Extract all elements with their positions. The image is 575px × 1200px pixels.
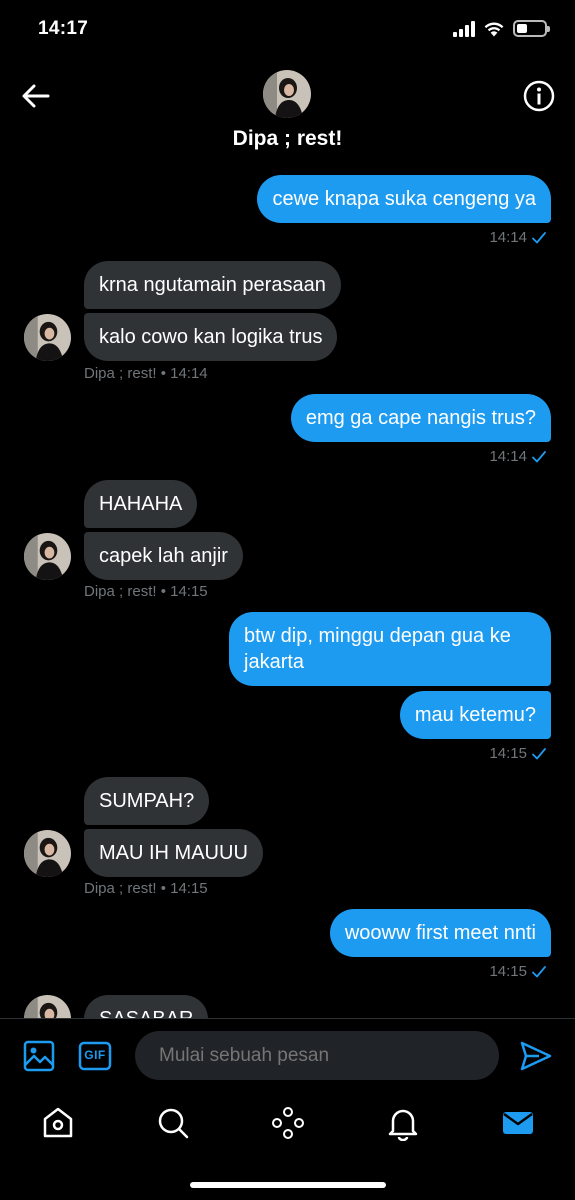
- search-icon: [158, 1108, 189, 1139]
- message-line: btw dip, minggu depan gua ke: [244, 625, 511, 647]
- sent-message-bubble[interactable]: wooww first meet nnti: [329, 909, 551, 957]
- nav-messages[interactable]: [500, 1105, 536, 1141]
- bottom-navigation: [0, 1093, 575, 1200]
- sent-message-bubble[interactable]: btw dip, minggu depan gua ke jakarta: [229, 612, 551, 686]
- nav-home[interactable]: [40, 1105, 76, 1141]
- received-message-bubble[interactable]: HAHAHA: [84, 480, 198, 528]
- messages-icon: [503, 1112, 533, 1134]
- message-time: 14:14: [489, 229, 527, 246]
- message-meta: 14:15: [489, 745, 547, 762]
- gif-label: GIF: [84, 1048, 106, 1062]
- message-meta: Dipa ; rest! • 14:15: [84, 583, 208, 600]
- message-list[interactable]: cewe knapa suka cengeng ya 14:14 krna ng…: [0, 165, 575, 1018]
- received-message-bubble[interactable]: MAU IH MAUUU: [84, 829, 263, 877]
- message-meta: 14:15: [489, 963, 547, 980]
- contact-avatar[interactable]: [24, 830, 71, 877]
- sent-message-bubble[interactable]: cewe knapa suka cengeng ya: [257, 175, 551, 223]
- nav-spaces[interactable]: [270, 1105, 306, 1141]
- info-button[interactable]: [521, 78, 557, 114]
- message-time: 14:14: [489, 448, 527, 465]
- info-icon: [523, 80, 555, 112]
- received-message-bubble[interactable]: SASABAR: [84, 995, 209, 1018]
- add-gif-button[interactable]: GIF: [78, 1039, 112, 1073]
- sent-message-bubble[interactable]: emg ga cape nangis trus?: [290, 394, 551, 442]
- message-composer: GIF: [0, 1018, 575, 1093]
- notifications-icon: [388, 1109, 418, 1141]
- sent-message-bubble[interactable]: mau ketemu?: [399, 691, 551, 739]
- message-meta: Dipa ; rest! • 14:15: [84, 880, 208, 897]
- message-meta: Dipa ; rest! • 14:14: [84, 365, 208, 382]
- chat-header: Dipa ; rest!: [0, 60, 575, 165]
- check-icon: [532, 747, 546, 759]
- spaces-icon: [272, 1107, 304, 1139]
- received-message-bubble[interactable]: SUMPAH?: [84, 777, 210, 825]
- contact-name[interactable]: Dipa ; rest!: [0, 127, 575, 151]
- check-icon: [532, 965, 546, 977]
- message-time: 14:15: [489, 963, 527, 980]
- nav-notifications[interactable]: [385, 1105, 421, 1141]
- check-icon: [532, 450, 546, 462]
- back-button[interactable]: [18, 78, 54, 114]
- nav-search[interactable]: [155, 1105, 191, 1141]
- wifi-icon: [484, 22, 504, 36]
- message-line: jakarta: [244, 651, 305, 673]
- send-icon: [520, 1041, 552, 1071]
- image-icon: [23, 1040, 55, 1072]
- message-input[interactable]: [135, 1031, 499, 1080]
- status-bar: 14:17: [0, 0, 575, 60]
- check-icon: [532, 231, 546, 243]
- status-icons: [453, 20, 550, 37]
- contact-avatar[interactable]: [24, 995, 71, 1018]
- received-message-bubble[interactable]: capek lah anjir: [84, 532, 243, 580]
- received-message-bubble[interactable]: krna ngutamain perasaan: [84, 261, 341, 309]
- status-time: 14:17: [38, 18, 89, 39]
- message-meta: 14:14: [489, 229, 547, 246]
- contact-avatar[interactable]: [263, 70, 311, 118]
- battery-icon: [513, 20, 550, 37]
- signal-icon: [453, 20, 475, 37]
- contact-avatar[interactable]: [24, 314, 71, 361]
- add-image-button[interactable]: [22, 1039, 56, 1073]
- contact-avatar[interactable]: [24, 533, 71, 580]
- home-indicator[interactable]: [190, 1182, 386, 1188]
- received-message-bubble[interactable]: kalo cowo kan logika trus: [84, 313, 338, 361]
- arrow-left-icon: [22, 84, 50, 108]
- message-time: 14:15: [489, 745, 527, 762]
- message-meta: 14:14: [489, 448, 547, 465]
- send-button[interactable]: [519, 1039, 553, 1073]
- home-icon: [43, 1107, 73, 1138]
